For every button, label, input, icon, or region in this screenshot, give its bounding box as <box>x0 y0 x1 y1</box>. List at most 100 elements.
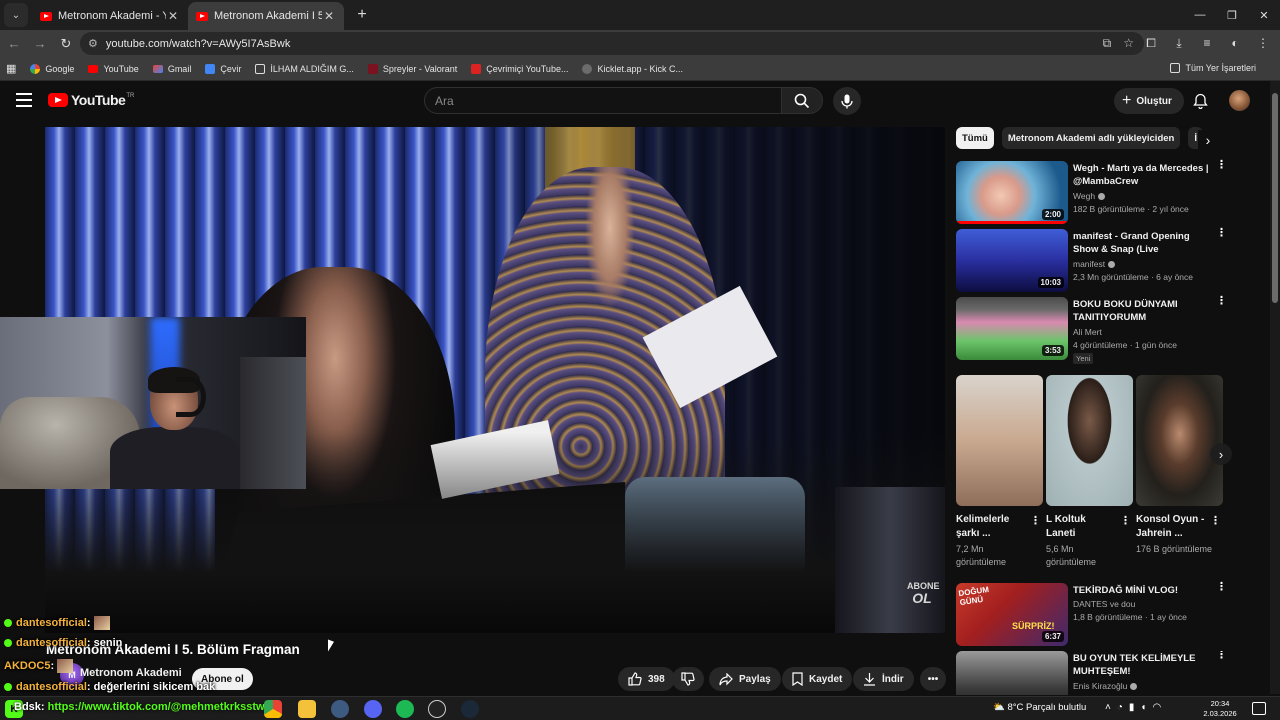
more-vert-icon[interactable]: ⋮ <box>1216 160 1227 171</box>
extensions-icon[interactable]: ⧠ <box>1140 32 1162 54</box>
short-item[interactable]: Konsol Oyun - Jahrein ... 176 B görüntül… <box>1136 375 1223 554</box>
share-label: Paylaş <box>739 673 771 685</box>
forward-icon[interactable]: → <box>28 32 52 56</box>
thumbs-down-icon <box>681 672 695 686</box>
wifi-icon[interactable]: ◠ <box>1152 702 1161 713</box>
more-vert-icon[interactable]: ⋮ <box>1216 651 1226 661</box>
youtube-logo[interactable]: YouTube TR <box>48 92 134 108</box>
site-info-icon[interactable]: ⚙ <box>88 37 98 50</box>
shorts-next-icon[interactable]: › <box>1210 443 1232 465</box>
shorts-shelf: Kelimelerle şarkı ... 7,2 Mn görüntüleme… <box>956 375 1226 575</box>
reload-icon[interactable]: ↻ <box>54 32 78 56</box>
create-button[interactable]: + Oluştur <box>1114 88 1184 114</box>
chip-all[interactable]: Tümü <box>956 127 994 149</box>
tab-search-button[interactable]: ⌄ <box>4 3 28 27</box>
apps-icon[interactable]: ▦ <box>6 62 16 75</box>
voice-search-button[interactable] <box>833 87 861 115</box>
chevron-right-icon[interactable]: › <box>1198 130 1218 150</box>
channel-name[interactable]: Metronom Akademi <box>80 667 182 679</box>
scrollbar-thumb[interactable] <box>1272 93 1278 303</box>
bookmark-youtube[interactable]: YouTube <box>88 64 139 74</box>
address-bar[interactable]: ⚙ youtube.com/watch?v=AWy5I7AsBwk ⧉ ☆ <box>80 32 1144 55</box>
ticker-prefix: Bdsk: <box>14 701 48 713</box>
more-vert-icon[interactable]: ⋮ <box>1216 228 1227 239</box>
page-scrollbar[interactable] <box>1270 81 1280 694</box>
chat-text: : <box>86 617 91 629</box>
close-window-icon[interactable]: ✕ <box>1248 0 1280 30</box>
menu-icon[interactable]: ⋮ <box>1252 32 1274 54</box>
more-actions-button[interactable]: ••• <box>920 667 946 691</box>
chat-username: dantesofficial <box>16 617 87 629</box>
short-item[interactable]: Kelimelerle şarkı ... 7,2 Mn görüntüleme… <box>956 375 1043 567</box>
bookmark-translate[interactable]: Çevir <box>205 63 241 74</box>
account-avatar[interactable] <box>1229 90 1250 111</box>
minimize-icon[interactable]: — <box>1184 0 1216 30</box>
related-video[interactable]: 3:53 BOKU BOKU DÜNYAMI TANITIYORUMM Ali … <box>956 296 1227 364</box>
close-tab-icon[interactable]: ✕ <box>166 9 180 23</box>
back-icon[interactable]: ← <box>2 32 26 56</box>
more-horizontal-icon: ••• <box>927 673 939 685</box>
translate-icon <box>205 63 216 74</box>
short-item[interactable]: L Koltuk Laneti 5,6 Mn görüntüleme ⋮ <box>1046 375 1133 567</box>
search-button[interactable] <box>781 87 823 114</box>
video-duration: 2:00 <box>1041 209 1064 220</box>
related-video[interactable]: BU OYUN TEK KELİMEYLE MUHTEŞEM! Enis Kir… <box>956 651 1226 695</box>
bookmark-folder-ilham[interactable]: İLHAM ALDIĞIM G... <box>255 63 354 74</box>
tab-metronom-episode[interactable]: Metronom Akademi I 5. Bölüm ✕ <box>188 2 344 30</box>
chrome-taskbar-icon[interactable] <box>264 700 282 718</box>
file-explorer-icon[interactable] <box>298 700 316 718</box>
microphone-icon[interactable]: ▮ <box>1129 702 1135 713</box>
discord-icon[interactable] <box>364 700 382 718</box>
weather-widget[interactable]: ⛅ 8°C Parçalı bulutlu <box>993 702 1086 713</box>
download-button[interactable]: İndir <box>853 667 914 691</box>
microphone-icon <box>841 94 853 108</box>
save-button[interactable]: Kaydet <box>782 667 853 691</box>
like-button[interactable]: 398 <box>618 667 675 691</box>
bookmark-google[interactable]: Google <box>30 63 74 74</box>
media-control-icon[interactable]: ≡ <box>1196 32 1218 54</box>
obs-icon[interactable] <box>428 700 446 718</box>
related-video[interactable]: 2:00 Wegh - Martı ya da Mercedes | @Mamb… <box>956 160 1227 227</box>
bookmark-valorant[interactable]: Spreyler - Valorant <box>367 63 457 74</box>
chevron-up-icon[interactable]: ˄ <box>1105 702 1111 713</box>
network-icon[interactable]: ◔ <box>1117 702 1123 713</box>
notifications-button[interactable] <box>1190 91 1210 111</box>
chat-message: AKDOC5: <box>4 659 74 673</box>
more-vert-icon[interactable]: ⋮ <box>1120 516 1131 527</box>
webcam-chair <box>240 357 306 489</box>
bookmark-kicklet[interactable]: Kicklet.app - Kick C... <box>582 63 683 74</box>
restore-icon[interactable]: ❐ <box>1216 0 1248 30</box>
dislike-button[interactable] <box>672 667 704 691</box>
spotify-icon[interactable] <box>396 700 414 718</box>
download-icon[interactable]: ⤓ <box>1168 32 1190 54</box>
watermark-bottom: OL <box>912 590 932 606</box>
tab-metronom-youtube[interactable]: Metronom Akademi - YouTube ✕ <box>32 2 188 30</box>
clock[interactable]: 20:34 2.03.2026 <box>1200 699 1240 719</box>
more-vert-icon[interactable]: ⋮ <box>1030 516 1041 527</box>
notification-center-icon[interactable] <box>1252 702 1266 715</box>
all-bookmarks[interactable]: Tüm Yer İşaretleri <box>1170 63 1256 73</box>
search-input[interactable]: Ara <box>424 87 782 114</box>
cast-icon[interactable]: ⧉ <box>1103 36 1112 51</box>
close-tab-icon[interactable]: ✕ <box>322 9 336 23</box>
short-thumbnail <box>956 375 1043 506</box>
volume-icon[interactable]: ◖ <box>1140 702 1146 713</box>
subscribe-watermark[interactable]: ABONE OL <box>907 582 940 606</box>
more-vert-icon[interactable]: ⋮ <box>1216 582 1227 593</box>
profile-icon[interactable]: ◐ <box>1224 32 1246 54</box>
bookmark-gmail[interactable]: Gmail <box>152 64 191 74</box>
more-vert-icon[interactable]: ⋮ <box>1216 296 1227 307</box>
chip-from-uploader[interactable]: Metronom Akademi adlı yükleyiciden <box>1001 127 1181 149</box>
guide-menu-icon[interactable] <box>16 93 32 107</box>
new-tab-button[interactable]: + <box>350 3 374 27</box>
related-video[interactable]: DOĞUM GÜNÜ SÜRPRİZ! 6:37 TEKİRDAĞ MİNİ VL… <box>956 582 1227 649</box>
more-vert-icon[interactable]: ⋮ <box>1210 516 1221 527</box>
bookmark-youtube-online[interactable]: Çevrimiçi YouTube... <box>471 63 568 74</box>
related-video[interactable]: 10:03 manifest - Grand Opening Show & Sn… <box>956 228 1227 295</box>
steam-icon[interactable] <box>461 700 479 718</box>
chat-text: : senin <box>86 637 123 649</box>
watch-progress-bar <box>956 221 1068 224</box>
bookmark-star-icon[interactable]: ☆ <box>1123 36 1134 51</box>
share-button[interactable]: Paylaş <box>709 667 781 691</box>
app-taskbar-icon[interactable] <box>331 700 349 718</box>
